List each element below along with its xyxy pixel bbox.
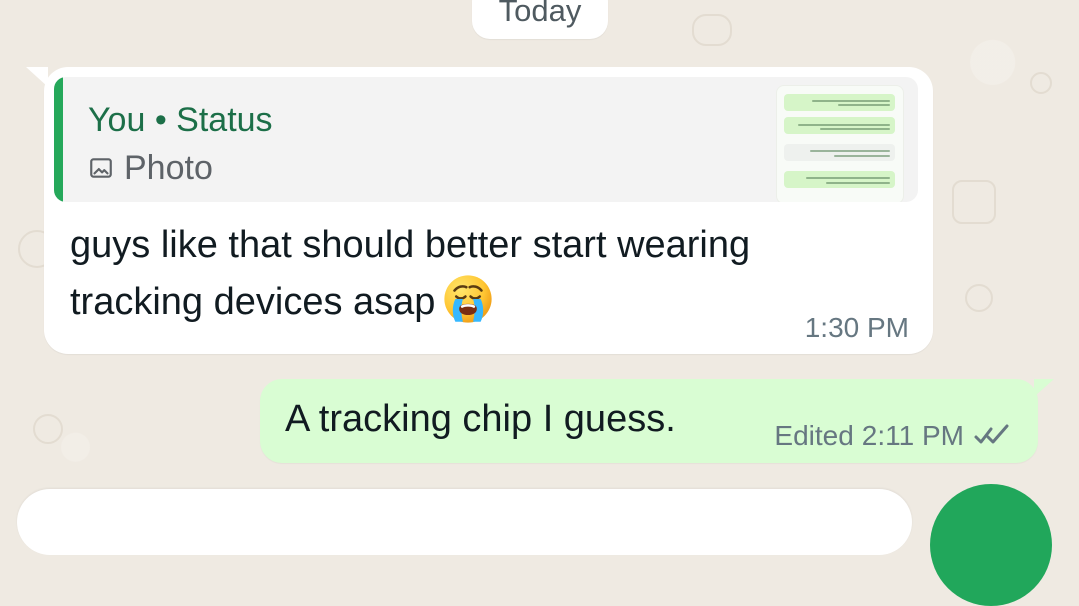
loudly-crying-face-icon <box>441 272 495 326</box>
double-check-icon <box>972 424 1014 448</box>
thumbnail-text-line <box>812 100 890 102</box>
background-doodle <box>1030 72 1052 94</box>
thumbnail-text-line <box>806 177 890 179</box>
edited-label: Edited <box>774 420 854 451</box>
background-doodle <box>965 284 993 312</box>
outgoing-message-bubble[interactable]: A tracking chip I guess. Edited 2:11 PM <box>260 379 1054 463</box>
reply-accent-bar <box>54 77 63 202</box>
reply-media-type: Photo <box>88 151 213 185</box>
thumbnail-text-line <box>820 128 890 130</box>
date-separator: Today <box>472 0 608 39</box>
reply-author: You • Status <box>88 101 273 139</box>
outgoing-message-meta: Edited 2:11 PM <box>774 422 1014 450</box>
reply-preview[interactable]: You • Status Photo <box>54 77 918 202</box>
incoming-message-time: 1:30 PM <box>804 312 909 343</box>
thumbnail-message-strip <box>784 144 895 161</box>
thumbnail-text-line <box>838 104 890 106</box>
photo-icon <box>88 155 114 181</box>
outgoing-message-time: 2:11 PM <box>861 420 964 451</box>
incoming-message-bubble[interactable]: You • Status Photo guys like that should… <box>26 67 933 354</box>
thumbnail-message-strip <box>784 94 895 111</box>
thumbnail-text-line <box>798 124 890 126</box>
status-photo-thumbnail[interactable] <box>776 85 904 202</box>
mic-button[interactable] <box>930 484 1052 606</box>
background-doodle <box>33 414 63 444</box>
thumbnail-text-line <box>826 182 890 184</box>
incoming-message-content: guys like that should better start weari… <box>70 218 860 329</box>
date-separator-label: Today <box>498 0 582 28</box>
thumbnail-text-line <box>834 155 890 157</box>
background-doodle <box>692 14 732 46</box>
thumbnail-text-line <box>810 150 890 152</box>
thumbnail-message-strip <box>784 171 895 188</box>
outgoing-message-text: A tracking chip I guess. <box>285 398 676 440</box>
background-doodle <box>952 180 996 224</box>
incoming-message-text: guys like that should better start weari… <box>70 224 751 323</box>
message-composer[interactable] <box>17 489 912 555</box>
reply-media-label: Photo <box>124 149 213 187</box>
